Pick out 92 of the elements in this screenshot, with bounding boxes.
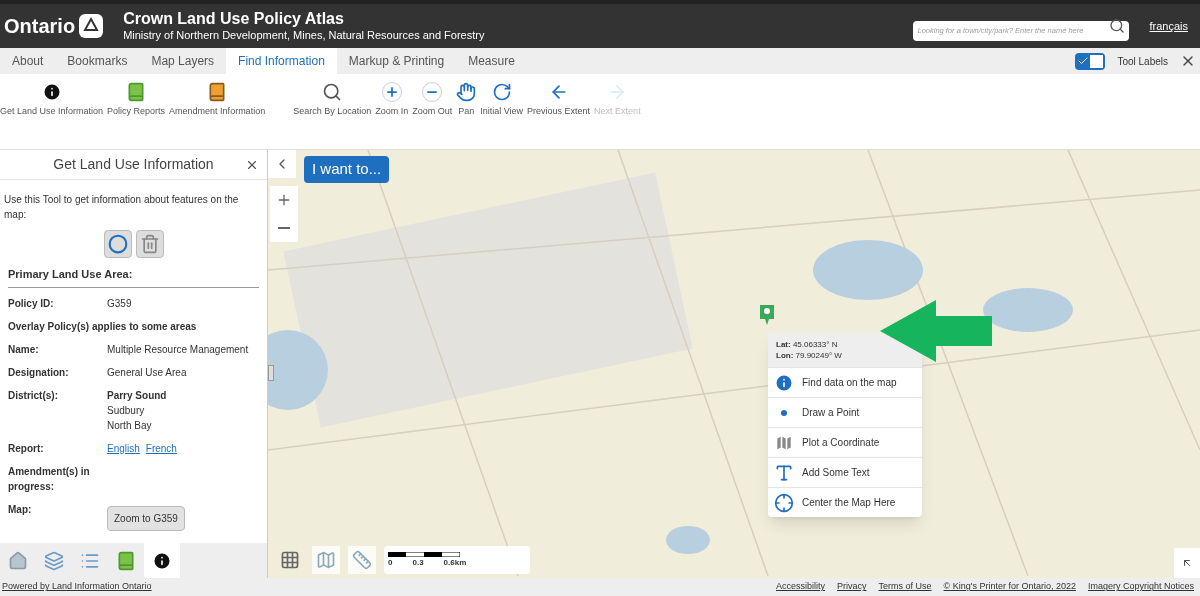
crosshair-icon bbox=[774, 492, 794, 513]
toggle-label: Tool Labels bbox=[1117, 54, 1168, 69]
district-name: Parry Sound bbox=[107, 388, 168, 403]
draw-circle-button[interactable] bbox=[103, 230, 132, 258]
tab[interactable]: Measure bbox=[456, 48, 527, 74]
trash-icon bbox=[139, 234, 160, 254]
longitude-text: Lon: 79.90249° W bbox=[776, 350, 843, 361]
field-label: Name: bbox=[8, 343, 39, 355]
check-icon bbox=[1077, 55, 1090, 67]
panel-description: Use this Tool to get information about features on the map: bbox=[4, 193, 240, 222]
toggle-knob bbox=[1090, 54, 1104, 68]
scale-label: 0 bbox=[388, 556, 393, 569]
report-link[interactable]: French bbox=[145, 440, 177, 456]
tab[interactable]: About bbox=[0, 48, 56, 74]
scale-label: 0.6km bbox=[443, 556, 467, 569]
field-value: Multiple Resource Management bbox=[107, 343, 249, 355]
delete-button[interactable] bbox=[135, 230, 164, 258]
book-icon bbox=[207, 82, 228, 102]
toolbar-button[interactable]: Policy Reports bbox=[107, 82, 166, 118]
menu-item[interactable]: Plot a Coordinate bbox=[768, 427, 922, 457]
toolbar-button[interactable]: Previous Extent bbox=[527, 82, 591, 118]
toolbar-button[interactable]: Zoom In bbox=[375, 82, 409, 118]
footer-link[interactable]: Accessibility bbox=[776, 580, 825, 594]
language-link[interactable]: français bbox=[1149, 17, 1188, 35]
plus-icon bbox=[276, 192, 292, 208]
book-icon bbox=[116, 550, 136, 571]
toolbar-button[interactable]: Search By Location bbox=[293, 82, 372, 118]
zoom-to-button[interactable]: Zoom to G359 bbox=[107, 505, 185, 531]
tab[interactable]: Bookmarks bbox=[55, 48, 140, 74]
footer-link[interactable]: © King's Printer for Ontario, 2022 bbox=[943, 580, 1076, 594]
report-link[interactable]: English bbox=[107, 440, 140, 456]
menu-item[interactable]: Center the Map Here bbox=[768, 487, 922, 517]
circle-icon bbox=[107, 234, 128, 254]
ruler-icon bbox=[352, 550, 372, 570]
logo-text: Ontario bbox=[4, 14, 76, 39]
scale-ruler-icon bbox=[388, 551, 460, 557]
district-name: North Bay bbox=[107, 418, 153, 433]
scale-button[interactable] bbox=[348, 546, 376, 574]
collapse-button[interactable] bbox=[268, 150, 296, 178]
minus-icon bbox=[278, 227, 290, 229]
field-label: Overlay Policy(s) applies to some areas bbox=[8, 320, 197, 332]
toolbar-button[interactable]: Pan bbox=[456, 82, 477, 118]
toggle-switch[interactable] bbox=[1075, 52, 1106, 70]
rotate-icon bbox=[491, 82, 512, 102]
field-label: Amendment(s) in progress: bbox=[8, 465, 90, 492]
info-icon bbox=[41, 82, 62, 102]
home-icon bbox=[8, 550, 28, 571]
field-label: Policy ID: bbox=[8, 297, 54, 309]
field-value: General Use Area bbox=[107, 366, 187, 378]
tab[interactable]: Map Layers bbox=[139, 48, 227, 74]
menu-item[interactable]: Draw a Point bbox=[768, 397, 922, 427]
field-value: G359 bbox=[107, 297, 132, 309]
toolbar-button[interactable]: Amendment Information bbox=[169, 82, 266, 118]
field-label: Designation: bbox=[8, 366, 69, 378]
scale-label: 0.3 bbox=[412, 556, 424, 569]
info-icon bbox=[152, 550, 172, 571]
district-name: Sudbury bbox=[107, 403, 146, 418]
arrow-icon bbox=[880, 300, 992, 362]
app-subtitle: Ministry of Northern Development, Mines, Natural Resources and Forestry bbox=[123, 29, 485, 43]
i-want-to-button[interactable]: I want to... bbox=[304, 156, 390, 183]
section-title: Primary Land Use Area: bbox=[8, 268, 133, 280]
overview-map-button[interactable] bbox=[312, 546, 340, 574]
info-icon bbox=[774, 372, 794, 393]
map-icon bbox=[316, 550, 336, 570]
search-icon bbox=[322, 82, 343, 102]
footer-link[interactable]: Imagery Copyright Notices bbox=[1087, 580, 1194, 594]
field-label: Map: bbox=[8, 503, 32, 515]
toolbar-button[interactable]: Get Land Use Information bbox=[0, 82, 104, 118]
toolbar-button[interactable]: Initial View bbox=[480, 82, 524, 118]
app-title: Crown Land Use Policy Atlas bbox=[123, 9, 345, 30]
hand-icon bbox=[456, 82, 477, 102]
book-icon bbox=[126, 82, 147, 102]
arrow-up-left-icon bbox=[1181, 557, 1193, 569]
panel-tab[interactable] bbox=[144, 543, 180, 578]
close-icon[interactable] bbox=[245, 158, 259, 172]
layers-icon bbox=[44, 550, 64, 571]
tab[interactable]: Find Information bbox=[226, 48, 337, 74]
resize-handle[interactable] bbox=[268, 365, 274, 381]
footer-link[interactable]: Privacy bbox=[837, 580, 867, 594]
field-label: Report: bbox=[8, 442, 44, 454]
menu-item[interactable]: Find data on the map bbox=[768, 367, 922, 397]
latitude-text: Lat: 45.06333° N bbox=[776, 339, 839, 350]
toolbar-button[interactable]: Zoom Out bbox=[412, 82, 453, 118]
field-label: District(s): bbox=[8, 389, 58, 401]
search-icon bbox=[1109, 18, 1126, 34]
footer-link[interactable]: Terms of Use bbox=[878, 580, 932, 594]
map-pin-icon bbox=[760, 305, 774, 325]
grid-icon bbox=[280, 550, 300, 570]
tab[interactable]: Markup & Printing bbox=[336, 48, 457, 74]
panel-title: Get Land Use Information bbox=[53, 155, 214, 174]
credit-link[interactable]: Powered by Land Information Ontario bbox=[2, 580, 152, 594]
menu-item[interactable]: Add Some Text bbox=[768, 457, 922, 487]
